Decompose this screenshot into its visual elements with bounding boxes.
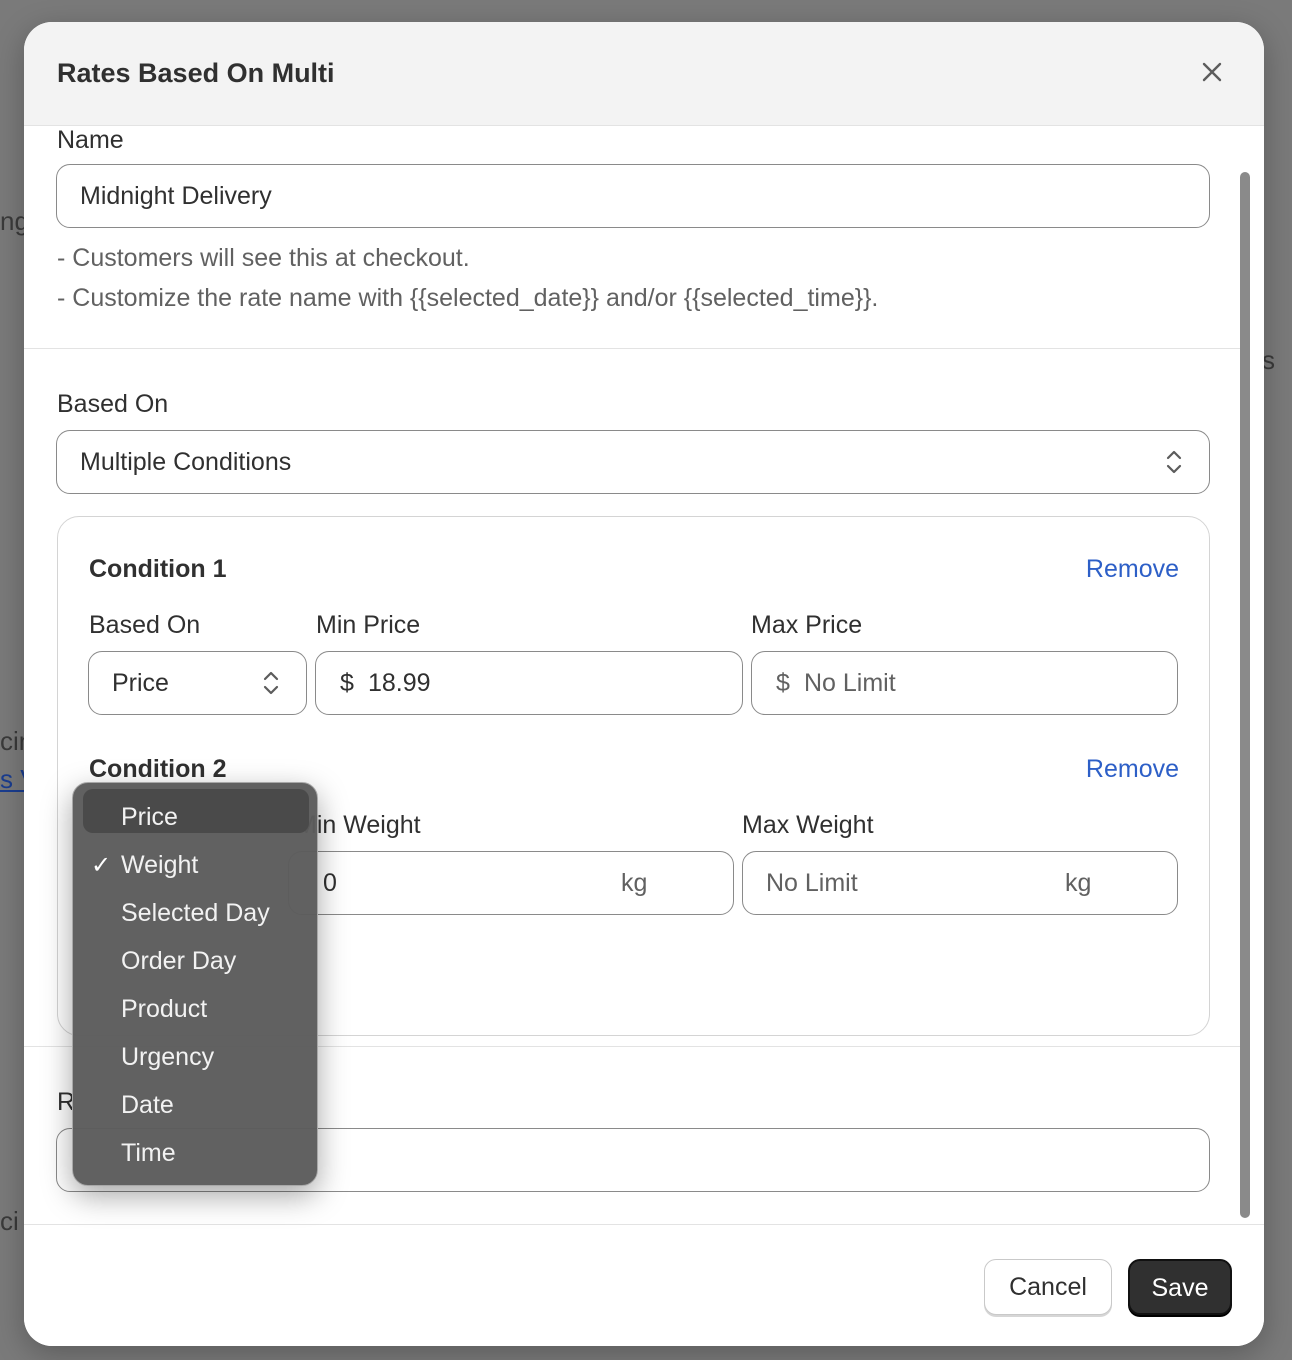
condition-2-max-weight-input[interactable]: No Limit kg [742,851,1178,915]
currency-prefix: $ [340,669,354,697]
condition-1-max-price-placeholder: No Limit [804,669,896,697]
chevron-updown-icon [262,668,280,698]
based-on-select-value: Multiple Conditions [80,448,292,476]
condition-1-based-on-select[interactable]: Price [88,651,307,715]
condition-1-based-on-value: Price [112,669,169,697]
based-on-dropdown-menu[interactable]: Price ✓ Weight Selected Day Order Day Pr… [72,782,318,1186]
close-icon[interactable] [1196,56,1228,88]
condition-1-min-price-value: 18.99 [368,669,431,697]
dropdown-option-selected-day[interactable]: Selected Day [73,891,317,935]
unit-suffix: kg [1065,869,1092,897]
condition-1-remove-link[interactable]: Remove [1086,555,1179,584]
dropdown-option-urgency[interactable]: Urgency [73,1035,317,1079]
modal-header: Rates Based On Multi [24,22,1264,126]
condition-1-max-price-input[interactable]: $ No Limit [751,651,1178,715]
cancel-button[interactable]: Cancel [984,1259,1112,1315]
dropdown-option-time[interactable]: Time [73,1131,317,1175]
section-divider [24,348,1242,349]
condition-2-min-weight-value: 0 [323,869,337,897]
condition-2-max-label: Max Weight [742,811,874,839]
modal-scrollbar[interactable] [1240,172,1250,1220]
name-input-value: Midnight Delivery [80,182,272,210]
name-input[interactable]: Midnight Delivery [56,164,1210,228]
name-hint-2: - Customize the rate name with {{selecte… [57,284,879,312]
based-on-select[interactable]: Multiple Conditions [56,430,1210,494]
condition-1-min-label: Min Price [316,611,421,639]
condition-2-max-weight-placeholder: No Limit [766,869,858,897]
condition-1-max-label: Max Price [751,611,863,639]
dropdown-option-order-day[interactable]: Order Day [73,939,317,983]
condition-1-title: Condition 1 [89,555,227,583]
name-hint-1: - Customers will see this at checkout. [57,244,470,272]
modal-title: Rates Based On Multi [57,58,335,88]
based-on-label: Based On [57,390,169,418]
condition-1-min-price-input[interactable]: $ 18.99 [315,651,743,715]
condition-1-based-on-label: Based On [89,611,201,639]
condition-2-title: Condition 2 [89,755,227,783]
dropdown-option-price[interactable]: Price [73,795,317,839]
background-text-fragment: ci [0,1206,19,1236]
save-button[interactable]: Save [1128,1259,1232,1315]
dropdown-option-product[interactable]: Product [73,987,317,1031]
name-label: Name [57,126,124,154]
dropdown-option-weight[interactable]: ✓ Weight [73,843,317,887]
dropdown-option-date[interactable]: Date [73,1083,317,1127]
chevron-updown-icon [1165,447,1183,477]
unit-suffix: kg [621,869,648,897]
currency-prefix: $ [776,669,790,697]
scrollbar-thumb[interactable] [1240,172,1250,1218]
condition-2-remove-link[interactable]: Remove [1086,755,1179,784]
modal-footer: Cancel Save [24,1224,1264,1346]
condition-2-min-weight-input[interactable]: 0 kg [288,851,734,915]
checkmark-icon: ✓ [91,852,112,879]
